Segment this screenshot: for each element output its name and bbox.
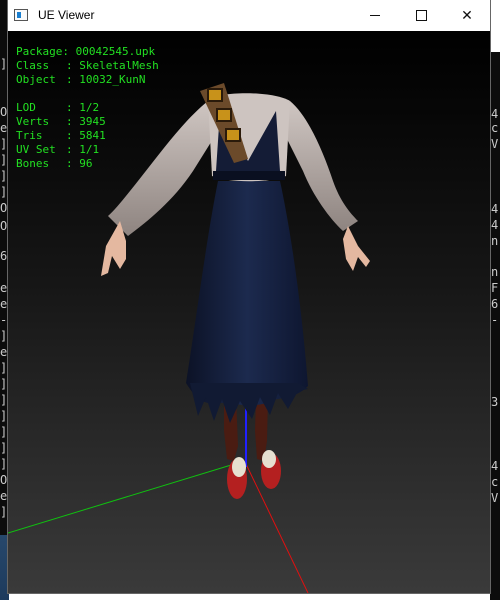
info-row-lod: LOD: 1/2: [16, 101, 100, 114]
info-value: 3945: [79, 115, 106, 128]
console-char: 4: [491, 107, 499, 121]
console-char: 4: [491, 202, 499, 216]
info-value: 1/2: [79, 101, 100, 114]
info-value: 96: [79, 157, 93, 170]
dress-skirt: [186, 181, 308, 406]
dress-hem: [190, 383, 308, 423]
buckle-1: [207, 88, 223, 102]
ue-viewer-window: UE Viewer ✕ Package: 00042545.upk Class …: [8, 0, 490, 593]
info-row-verts: Verts: 3945: [16, 115, 106, 128]
info-value: 00042545.upk: [75, 45, 156, 58]
background-console-right: 4 c V 4 4 n n F 6 - 3 4 c V: [490, 0, 500, 600]
close-icon: ✕: [461, 7, 473, 24]
left-shoe-trim: [232, 457, 246, 477]
info-value: 5841: [79, 129, 106, 142]
info-label: Bones: [16, 157, 50, 170]
app-icon[interactable]: [14, 9, 28, 21]
console-char: 6: [491, 297, 499, 311]
info-label: UV Set: [16, 143, 56, 156]
left-hand: [101, 221, 126, 276]
right-hand: [343, 226, 370, 271]
info-row-uvset: UV Set: 1/1: [16, 143, 100, 156]
console-char: n: [491, 234, 499, 248]
minimize-icon: [370, 15, 380, 16]
console-char: V: [491, 491, 499, 505]
console-char: -: [491, 313, 499, 327]
window-title: UE Viewer: [38, 8, 95, 22]
title-bar[interactable]: UE Viewer ✕: [8, 0, 490, 31]
axis-y-line: [8, 461, 242, 534]
right-shoe-trim: [262, 450, 276, 468]
info-value: 1/1: [79, 143, 100, 156]
info-label: Package: [16, 45, 63, 58]
console-char: 3: [491, 395, 499, 409]
minimize-button[interactable]: [352, 0, 398, 31]
info-label: LOD: [16, 101, 36, 114]
info-value: SkeletalMesh: [79, 59, 159, 72]
buckle-2: [216, 108, 232, 122]
close-button[interactable]: ✕: [444, 0, 490, 31]
maximize-icon: [415, 10, 427, 21]
info-row-bones: Bones: 96: [16, 157, 93, 170]
console-char: c: [491, 475, 499, 489]
console-char: 4: [491, 459, 499, 473]
buckle-3: [225, 128, 241, 142]
info-row-class: Class: SkeletalMesh: [16, 59, 159, 72]
info-label: Object: [16, 73, 56, 86]
console-char: F: [491, 281, 499, 295]
waist-band: [213, 171, 285, 180]
info-value: 10032_KunN: [79, 73, 146, 86]
info-row-package: Package: 00042545.upk: [16, 45, 156, 58]
mesh-info-overlay: Package: 00042545.upk Class: SkeletalMes…: [16, 45, 159, 171]
console-char: c: [491, 121, 499, 135]
info-label: Class: [16, 59, 50, 72]
info-label: Verts: [16, 115, 50, 128]
info-row-object: Object: 10032_KunN: [16, 73, 146, 86]
maximize-button[interactable]: [398, 0, 444, 31]
right-sleeve: [283, 101, 358, 231]
info-label: Tris: [16, 129, 43, 142]
3d-viewport[interactable]: Package: 00042545.upk Class: SkeletalMes…: [8, 31, 490, 593]
info-spacer: [16, 87, 159, 101]
console-char: n: [491, 265, 499, 279]
background-window-titlebar: [490, 0, 500, 52]
console-char: 4: [491, 218, 499, 232]
info-row-tris: Tris: 5841: [16, 129, 106, 142]
console-char: V: [491, 137, 499, 151]
